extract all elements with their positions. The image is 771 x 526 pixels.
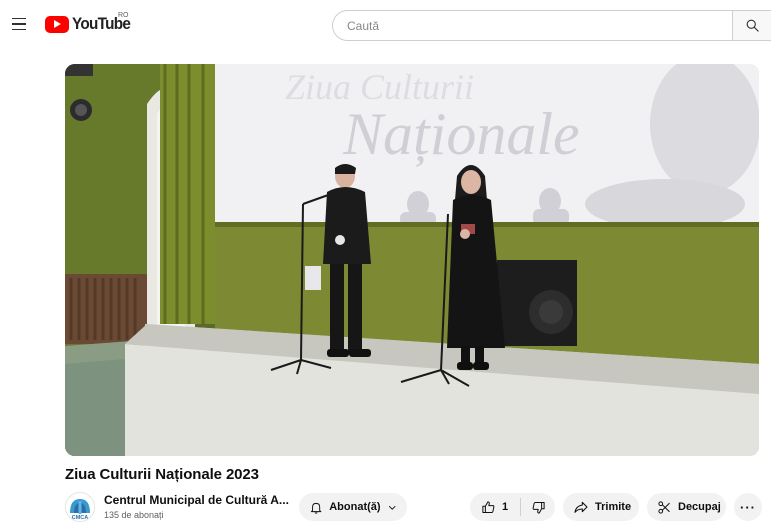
avatar-text: CMCA bbox=[72, 515, 89, 521]
more-icon: ··· bbox=[740, 499, 756, 515]
like-count: 1 bbox=[502, 501, 509, 513]
share-arrow-icon bbox=[574, 501, 588, 513]
search-button[interactable] bbox=[732, 10, 771, 41]
channel-name[interactable]: Centrul Municipal de Cultură A... bbox=[104, 493, 289, 507]
video-title: Ziua Culturii Naționale 2023 bbox=[65, 466, 259, 483]
share-label: Trimite bbox=[595, 501, 632, 513]
subscribe-label: Abonat(ă) bbox=[329, 501, 381, 513]
search-bar bbox=[332, 10, 771, 41]
menu-icon[interactable] bbox=[6, 11, 32, 37]
more-actions-button[interactable]: ··· bbox=[734, 493, 762, 521]
thumbs-up-icon bbox=[482, 500, 495, 513]
thumbs-down-icon bbox=[532, 501, 545, 514]
channel-avatar[interactable]: CMCA bbox=[65, 492, 95, 522]
youtube-logo-icon bbox=[45, 15, 69, 33]
dislike-button[interactable] bbox=[521, 493, 555, 521]
owner-row: CMCA Centrul Municipal de Cultură A... 1… bbox=[65, 490, 771, 526]
chevron-down-icon bbox=[388, 505, 396, 510]
masthead: YouTube RO bbox=[0, 0, 771, 50]
screen-text-main: Naționale bbox=[342, 101, 580, 167]
search-input[interactable] bbox=[347, 18, 718, 33]
subscriber-count: 135 de abonați bbox=[104, 510, 164, 520]
clip-button[interactable]: Decupaj bbox=[647, 493, 726, 521]
video-frame: Ziua Culturii Naționale bbox=[65, 64, 759, 456]
like-button[interactable]: 1 bbox=[470, 493, 520, 521]
video-player[interactable]: Ziua Culturii Naționale bbox=[65, 64, 759, 456]
clip-label: Decupaj bbox=[678, 501, 721, 513]
scissors-icon bbox=[658, 500, 670, 514]
search-icon bbox=[746, 19, 759, 32]
region-code: RO bbox=[118, 12, 129, 19]
bell-icon bbox=[310, 502, 322, 514]
share-button[interactable]: Trimite bbox=[563, 493, 639, 521]
search-box[interactable] bbox=[332, 10, 732, 41]
channel-avatar-logo: CMCA bbox=[70, 499, 90, 521]
subscribe-button[interactable]: Abonat(ă) bbox=[299, 493, 407, 521]
like-dislike-group: 1 bbox=[470, 493, 555, 521]
